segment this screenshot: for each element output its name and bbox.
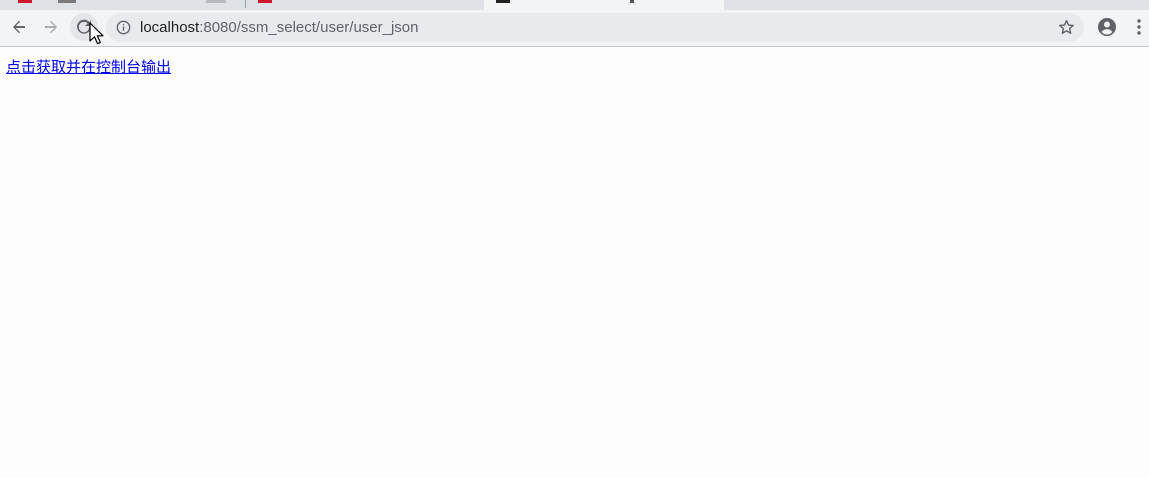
tab-strip [0, 0, 1149, 10]
forward-button[interactable] [37, 13, 65, 41]
back-button[interactable] [5, 13, 33, 41]
browser-toolbar: localhost:8080/ssm_select/user/user_json [0, 10, 1149, 47]
tab-favicon-icon [496, 0, 510, 3]
arrow-right-icon [45, 20, 57, 34]
tab-favicon-icon [18, 0, 32, 3]
address-bar[interactable]: localhost:8080/ssm_select/user/user_json [106, 13, 1084, 42]
arrow-left-icon [13, 20, 25, 34]
address-url[interactable]: localhost:8080/ssm_select/user/user_json [140, 18, 418, 37]
fetch-and-log-link[interactable]: 点击获取并在控制台输出 [6, 57, 171, 77]
url-path: :8080/ssm_select/user/user_json [199, 19, 419, 36]
tab-inactive-1[interactable] [0, 0, 245, 10]
tab-inactive-2[interactable] [246, 0, 482, 10]
page-content: 点击获取并在控制台输出 [0, 47, 1149, 478]
tab-active[interactable] [484, 0, 724, 10]
info-icon[interactable] [116, 20, 131, 35]
browser-window: localhost:8080/ssm_select/user/user_json… [0, 0, 1149, 478]
account-icon[interactable] [1097, 17, 1117, 37]
mouse-pointer-icon [89, 22, 104, 45]
tab-favicon-icon [258, 0, 272, 3]
tab-title-fragment [630, 0, 634, 3]
star-icon[interactable] [1058, 19, 1075, 36]
tab-title-fragment [58, 0, 76, 3]
more-vert-icon[interactable] [1133, 18, 1145, 36]
url-host: localhost [140, 19, 200, 36]
tab-close-icon[interactable] [206, 0, 226, 3]
